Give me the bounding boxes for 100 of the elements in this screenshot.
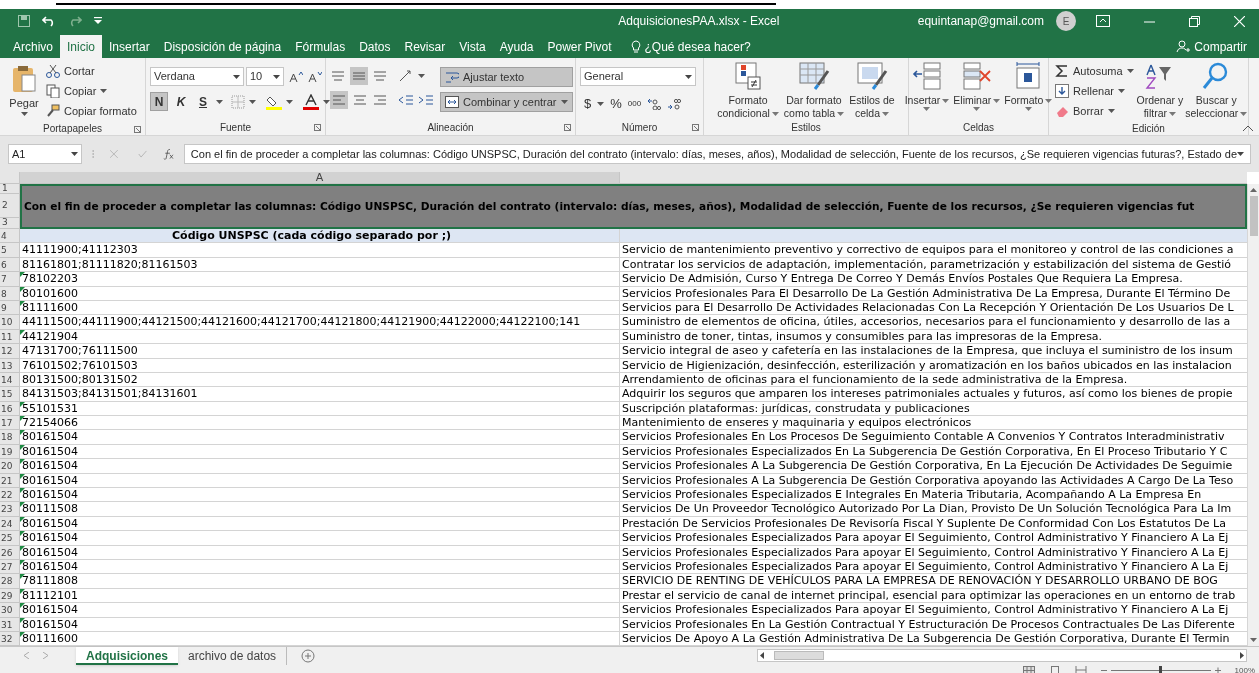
table-cell[interactable] bbox=[620, 229, 1247, 244]
dialog-launcher-icon[interactable] bbox=[564, 124, 571, 131]
row-header[interactable]: 23 bbox=[0, 502, 20, 517]
table-cell[interactable]: Servicios Profesionales Para El Desarrollo De La Gestión Administrativa De La Empresa, Durante El Término De bbox=[620, 286, 1247, 301]
scroll-thumb[interactable] bbox=[1249, 196, 1258, 236]
table-cell[interactable]: Servicio De Admisión, Curso Y Entrega De Correo Y Demás Envíos Postales Que Requiera La Empresa. bbox=[620, 272, 1247, 287]
dialog-launcher-icon[interactable] bbox=[692, 124, 699, 131]
page-layout-icon[interactable] bbox=[1048, 666, 1061, 673]
underline-button[interactable]: S bbox=[194, 92, 212, 111]
undo-icon[interactable] bbox=[42, 15, 56, 27]
row-header[interactable]: 30 bbox=[0, 603, 20, 618]
table-cell[interactable]: 81112101 bbox=[20, 588, 620, 604]
formula-field[interactable]: Con el fin de proceder a completar las columnas: Código UNSPSC, Duración del contrato (intervalo: días, meses, años), Modalidad de selección, Fuente de los recursos, ¿Se requieren vigencias futuras?, Estado de bbox=[183, 144, 1251, 164]
bold-button[interactable]: N bbox=[150, 92, 168, 111]
zoom-level[interactable]: 100% bbox=[1234, 664, 1255, 673]
italic-button[interactable]: K bbox=[172, 92, 190, 111]
row-header[interactable]: 10 bbox=[0, 315, 20, 330]
decrease-decimal-icon[interactable] bbox=[667, 97, 682, 110]
table-cell[interactable]: 80161504 bbox=[20, 516, 620, 532]
font-size-field[interactable]: 10 bbox=[246, 67, 284, 86]
save-icon[interactable] bbox=[18, 15, 30, 27]
table-cell[interactable]: Prestar el servicio de canal de internet principal, esencial para optimizar las operaciones en un entorno de trab bbox=[620, 588, 1247, 604]
tell-me-field[interactable]: ¿Qué desea hacer? bbox=[644, 37, 751, 56]
ribbon-tab[interactable]: Inicio bbox=[60, 35, 103, 58]
format-painter-button[interactable]: Copiar formato bbox=[44, 101, 139, 121]
table-cell[interactable]: Prestación De Servicios Profesionales De Revisoría Fiscal Y Suplente De Conformidad Con Los Estatutos De La bbox=[620, 516, 1247, 532]
table-cell[interactable]: Código UNSPSC (cada código separado por ;) bbox=[20, 229, 620, 244]
ribbon-tab[interactable]: Insertar bbox=[102, 35, 157, 58]
row-header[interactable]: 25 bbox=[0, 531, 20, 546]
table-cell[interactable]: Servicios Profesionales Especializados Para apoyar El Seguimiento, Control Administrativo Y Financiero A La Ej bbox=[620, 545, 1247, 560]
table-cell[interactable]: Suscripción plataformas: jurídicas, construdata y publicaciones bbox=[620, 401, 1247, 417]
ribbon-tab[interactable]: Ayuda bbox=[492, 35, 541, 58]
table-cell[interactable]: Mantenimiento de enseres y maquinaria y equipos electrónicos bbox=[620, 416, 1247, 431]
table-cell[interactable]: Servicios Profesionales Especializados E Integrales En Materia Tributaria, Acompañando A La Empresa En bbox=[620, 488, 1247, 503]
table-cell[interactable]: Suministro de toner, tintas, insumos y consumibles para las impresoras de la Empresa. bbox=[620, 329, 1247, 345]
table-cell[interactable]: Servicios Profesionales Especializados En La Subgerencia De Gestión Corporativa, En El Proceso Tributario Y C bbox=[620, 444, 1247, 460]
column-header[interactable]: A bbox=[20, 172, 620, 183]
row-header[interactable]: 7 bbox=[0, 272, 20, 287]
scroll-thumb[interactable] bbox=[774, 651, 824, 661]
thousands-button[interactable]: 000 bbox=[627, 97, 642, 110]
table-cell[interactable]: 80161504 bbox=[20, 560, 620, 575]
merge-center-button[interactable]: Combinar y centrar bbox=[440, 92, 573, 112]
row-header[interactable]: 1 bbox=[0, 184, 19, 194]
table-cell[interactable]: 80161504 bbox=[20, 531, 620, 546]
table-cell[interactable]: Servicios para El Desarrollo De Actividades Relacionadas Con La Recepción Y Orientación De Los Usuarios De L bbox=[620, 300, 1247, 316]
table-cell[interactable]: Servicios De Un Proveedor Tecnológico Autorizado Por La Dian, Provisto De Un Solución Tecnológica Para La Im bbox=[620, 502, 1247, 517]
ribbon-tab[interactable]: Datos bbox=[352, 35, 398, 58]
table-cell[interactable]: Servicios Profesionales A La Subgerencia De Gestión Corporativa apoyando las Actividades A Cargo De La Teso bbox=[620, 473, 1247, 489]
table-cell[interactable]: 44121904 bbox=[20, 329, 620, 345]
shrink-font-icon[interactable] bbox=[308, 70, 322, 83]
ribbon-button[interactable]: Dar formato como tabla bbox=[782, 61, 846, 120]
wrap-text-button[interactable]: Ajustar texto bbox=[440, 67, 573, 87]
table-cell[interactable]: Servicios Profesionales Especializados Para apoyar El Seguimiento, Control Administrativo Y Financiero A La Ej bbox=[620, 603, 1247, 618]
normal-view-icon[interactable] bbox=[1022, 666, 1035, 673]
ribbon-tab[interactable]: Vista bbox=[452, 35, 493, 58]
row-header[interactable]: 5 bbox=[0, 243, 20, 258]
share-button[interactable]: Compartir bbox=[1176, 35, 1259, 58]
scroll-up-icon[interactable] bbox=[1250, 188, 1257, 192]
row-header[interactable]: 20 bbox=[0, 459, 20, 474]
table-cell[interactable]: 44111500;44111900;44121500;44121600;44121700;44121800;44121900;44122000;44122100;141 bbox=[20, 315, 620, 330]
row-header[interactable]: 12 bbox=[0, 344, 20, 359]
percent-button[interactable]: % bbox=[610, 94, 622, 114]
collapse-ribbon-icon[interactable] bbox=[1243, 125, 1253, 131]
row-header[interactable]: 22 bbox=[0, 488, 20, 503]
table-cell[interactable]: Servicios Profesionales A La Subgerencia De Gestión Corporativa, En La Ejecución De Actividades De Seguimie bbox=[620, 459, 1247, 474]
ribbon-button[interactable]: Formato condicional bbox=[716, 61, 780, 120]
table-cell[interactable]: 78111808 bbox=[20, 574, 620, 589]
table-cell[interactable]: 80101600 bbox=[20, 286, 620, 301]
ribbon-display-icon[interactable] bbox=[1096, 15, 1110, 27]
ribbon-tab[interactable]: Power Pivot bbox=[540, 35, 619, 58]
paste-button[interactable]: Pegar bbox=[4, 61, 44, 121]
table-cell[interactable]: 80161504 bbox=[20, 617, 620, 632]
ribbon-button[interactable]: Eliminar bbox=[952, 61, 1002, 119]
table-cell[interactable]: 80161504 bbox=[20, 459, 620, 474]
table-cell[interactable]: Servicio integral de aseo y cafetería en las instalaciones de la Empresa, que incluya el suministro de los insum bbox=[620, 344, 1247, 359]
orientation-icon[interactable] bbox=[398, 69, 414, 83]
table-cell[interactable]: Servicios Profesionales En Los Procesos De Seguimiento Contable A Convenios Y Contratos Interadministrativ bbox=[620, 430, 1247, 445]
grow-font-icon[interactable] bbox=[289, 70, 303, 83]
table-cell[interactable]: 80161504 bbox=[20, 444, 620, 460]
autosum-button[interactable]: Autosuma bbox=[1053, 61, 1136, 81]
row-header[interactable]: 18 bbox=[0, 430, 20, 445]
dialog-launcher-icon[interactable] bbox=[134, 126, 141, 133]
row-header[interactable]: 4 bbox=[0, 229, 20, 244]
table-cell[interactable]: 80111508 bbox=[20, 502, 620, 517]
ribbon-tab[interactable]: Revisar bbox=[397, 35, 453, 58]
ribbon-tab[interactable]: Fórmulas bbox=[288, 35, 353, 58]
table-cell[interactable]: SERVICIO DE RENTING DE VEHÍCULOS PARA LA EMPRESA DE RENOVACIÓN Y DESARROLLO URBANO DE BOG bbox=[620, 574, 1247, 589]
table-cell[interactable]: Adquirir los seguros que amparen los intereses patrimoniales actuales y futuros, así como los bienes de propie bbox=[620, 387, 1247, 402]
font-family-field[interactable]: Verdana bbox=[150, 67, 244, 86]
ribbon-button[interactable]: Formato bbox=[1003, 61, 1054, 119]
table-cell[interactable]: 55101531 bbox=[20, 401, 620, 417]
scroll-left-icon[interactable] bbox=[760, 652, 764, 660]
number-format-field[interactable]: General bbox=[580, 67, 696, 86]
table-cell[interactable]: Servicios Profesionales En La Gestión Contractual Y Estructuración De Procesos Contractuales De Las Diferente bbox=[620, 617, 1247, 632]
horizontal-scrollbar[interactable] bbox=[757, 649, 1247, 663]
vertical-scrollbar[interactable] bbox=[1247, 184, 1259, 647]
insert-function-icon[interactable] bbox=[163, 147, 174, 161]
customize-icon[interactable] bbox=[94, 17, 102, 25]
table-cell[interactable]: 76101502;76101503 bbox=[20, 358, 620, 373]
row-header[interactable]: 28 bbox=[0, 574, 20, 589]
